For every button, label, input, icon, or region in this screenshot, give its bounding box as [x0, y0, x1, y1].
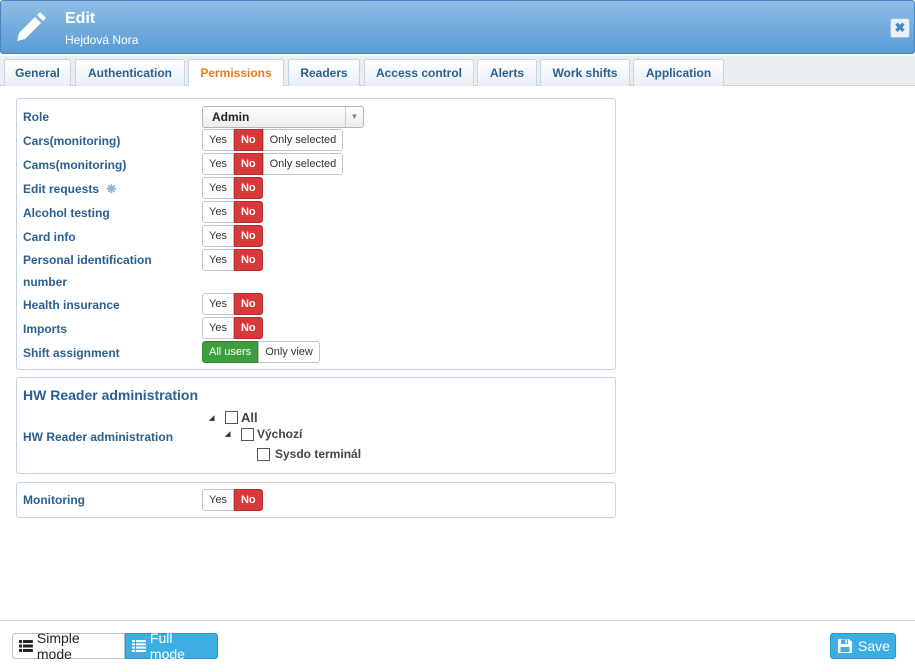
monitoring-toggle: Yes No [202, 489, 263, 511]
list-icon [19, 640, 33, 652]
detailed-list-icon [132, 640, 146, 652]
tab-authentication[interactable]: Authentication [75, 59, 185, 87]
no-option[interactable]: No [233, 249, 263, 271]
no-option[interactable]: No [233, 489, 263, 511]
only-view-option[interactable]: Only view [258, 341, 320, 363]
tree-node-vychozi: ◢ Výchozí [225, 427, 302, 441]
edit-requests-text: Edit requests [23, 182, 100, 196]
yes-option[interactable]: Yes [202, 177, 234, 199]
personal-id-toggle: Yes No [202, 249, 263, 271]
checkbox-all[interactable] [225, 411, 238, 424]
tab-access-control[interactable]: Access control [364, 59, 474, 87]
tab-permissions[interactable]: Permissions [188, 59, 284, 88]
no-option[interactable]: No [233, 201, 263, 223]
tab-alerts[interactable]: Alerts [477, 59, 537, 87]
no-option[interactable]: No [233, 293, 263, 315]
permissions-content: Role Admin ▼ Cars(monitoring) Yes No Onl… [0, 86, 915, 620]
yes-option[interactable]: Yes [202, 489, 234, 511]
tree-label-all: All [241, 410, 258, 425]
floppy-disk-icon [838, 639, 852, 653]
shift-assignment-label: Shift assignment [23, 346, 120, 360]
all-users-option[interactable]: All users [202, 341, 259, 363]
yes-option[interactable]: Yes [202, 293, 234, 315]
edit-requests-label: Edit requests ❋ [23, 182, 116, 196]
asterisk-icon: ❋ [106, 182, 117, 196]
pencil-icon [17, 12, 46, 41]
tab-application[interactable]: Application [633, 59, 724, 87]
alcohol-testing-toggle: Yes No [202, 201, 263, 223]
imports-label: Imports [23, 322, 68, 336]
dialog-footer: Simple mode Full mode Save [0, 620, 915, 672]
health-insurance-toggle: Yes No [202, 293, 263, 315]
tab-bar: General Authentication Permissions Reade… [0, 56, 915, 88]
permissions-panel: Role Admin ▼ Cars(monitoring) Yes No Onl… [16, 98, 616, 370]
full-mode-label: Full mode [149, 630, 185, 662]
personal-id-label: Personal identification number [23, 253, 152, 289]
role-label: Role [23, 110, 50, 124]
hw-reader-title: HW Reader administration [23, 387, 199, 403]
checkbox-sysdo[interactable] [257, 447, 270, 461]
only-selected-option[interactable]: Only selected [262, 153, 344, 175]
simple-mode-button[interactable]: Simple mode [12, 630, 125, 662]
save-label: Save [858, 638, 890, 654]
tree-label-sysdo: Sysdo terminál [275, 447, 362, 461]
cars-monitoring-toggle: Yes No Only selected [202, 129, 344, 151]
yes-option[interactable]: Yes [202, 201, 234, 223]
tab-general[interactable]: General [4, 59, 71, 87]
yes-option[interactable]: Yes [202, 153, 234, 175]
simple-mode-label: Simple mode [36, 630, 80, 662]
tab-readers[interactable]: Readers [288, 59, 360, 87]
save-button[interactable]: Save [830, 633, 896, 659]
alcohol-testing-label: Alcohol testing [23, 206, 110, 220]
cams-monitoring-toggle: Yes No Only selected [202, 153, 344, 175]
cars-monitoring-label: Cars(monitoring) [23, 134, 121, 148]
tree-label-vychozi: Výchozí [257, 427, 303, 441]
hw-reader-panel: HW Reader administration HW Reader admin… [16, 377, 616, 474]
no-option[interactable]: No [233, 225, 263, 247]
card-info-label: Card info [23, 230, 76, 244]
yes-option[interactable]: Yes [202, 317, 234, 339]
full-mode-button[interactable]: Full mode [125, 630, 218, 662]
only-selected-option[interactable]: Only selected [262, 129, 344, 151]
role-value: Admin [212, 110, 250, 124]
tree-node-all: ◢ All [209, 410, 258, 425]
no-option[interactable]: No [233, 153, 263, 175]
close-icon[interactable]: ✖ [890, 18, 910, 38]
dialog-header: Edit Hejdová Nora ✖ [0, 0, 915, 54]
tab-work-shifts[interactable]: Work shifts [540, 59, 630, 87]
checkbox-vychozi[interactable] [241, 427, 254, 441]
card-info-toggle: Yes No [202, 225, 263, 247]
health-insurance-label: Health insurance [23, 298, 120, 312]
cams-monitoring-label: Cams(monitoring) [23, 158, 127, 172]
monitoring-label: Monitoring [23, 493, 85, 507]
no-option[interactable]: No [233, 317, 263, 339]
role-select[interactable]: Admin ▼ [202, 106, 364, 128]
shift-assignment-toggle: All users Only view [202, 341, 320, 363]
yes-option[interactable]: Yes [202, 129, 234, 151]
dialog-subtitle: Hejdová Nora [65, 33, 139, 47]
dialog-title: Edit [65, 10, 96, 27]
imports-toggle: Yes No [202, 317, 263, 339]
hw-reader-label: HW Reader administration [23, 430, 174, 444]
no-option[interactable]: No [233, 129, 263, 151]
yes-option[interactable]: Yes [202, 249, 234, 271]
triangle-expand-icon[interactable]: ◢ [225, 430, 241, 438]
yes-option[interactable]: Yes [202, 225, 234, 247]
no-option[interactable]: No [233, 177, 263, 199]
monitoring-panel: Monitoring Yes No [16, 482, 616, 518]
edit-requests-toggle: Yes No [202, 177, 263, 199]
chevron-down-icon: ▼ [345, 107, 363, 127]
tree-node-sysdo: Sysdo terminál [257, 447, 361, 461]
triangle-expand-icon[interactable]: ◢ [209, 414, 225, 422]
